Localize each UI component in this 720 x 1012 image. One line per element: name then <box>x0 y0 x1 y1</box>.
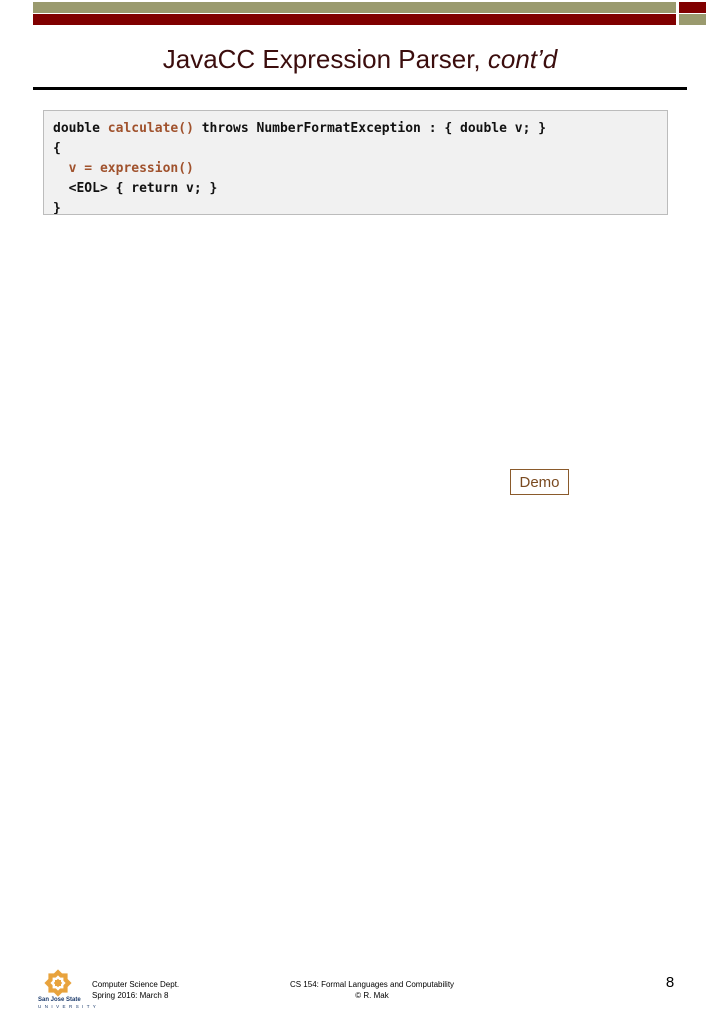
page-title: JavaCC Expression Parser, cont’d <box>33 44 687 75</box>
footer-department-block: Computer Science Dept. Spring 2016: Marc… <box>92 979 179 1001</box>
title-underline-rule <box>33 87 687 90</box>
footer-semester-date: Spring 2016: March 8 <box>92 991 169 1000</box>
code-line-3: v = expression() <box>53 159 667 179</box>
code-line-5: } <box>53 199 667 215</box>
footer-course-block: CS 154: Formal Languages and Computabili… <box>248 979 496 1001</box>
rosette-star-icon <box>44 969 72 997</box>
code-line-2: { <box>53 139 667 159</box>
decorative-top-banner <box>0 0 720 26</box>
banner-olive-cap <box>679 14 706 25</box>
banner-maroon-bar <box>33 14 676 25</box>
page-number: 8 <box>665 974 675 991</box>
code-block: double calculate() throws NumberFormatEx… <box>43 110 668 215</box>
code-token-expression-call: v = expression() <box>68 161 194 176</box>
sjsu-logo-name: San Jose State <box>38 997 81 1003</box>
code-token-calculate-production: calculate() <box>107 121 194 136</box>
code-token-eol-return: <EOL> { return v; } <box>68 181 218 196</box>
code-line-4: <EOL> { return v; } <box>53 179 667 199</box>
footer-copyright: © R. Mak <box>355 991 389 1000</box>
footer-course-name: CS 154: Formal Languages and Computabili… <box>289 980 455 989</box>
slide-footer: San Jose State U N I V E R S I T Y Compu… <box>0 482 720 1009</box>
banner-maroon-cap <box>679 2 706 13</box>
code-line-1: double calculate() throws NumberFormatEx… <box>53 119 667 139</box>
sjsu-logo: San Jose State U N I V E R S I T Y <box>38 968 97 1012</box>
banner-olive-bar <box>33 2 676 13</box>
code-indent-4 <box>53 181 69 196</box>
code-token-open-brace: { <box>53 141 61 156</box>
code-token-throws-clause: throws NumberFormatException : { double … <box>193 121 547 136</box>
code-token-double-keyword: double <box>53 121 108 136</box>
page-title-main: JavaCC Expression Parser, <box>162 44 488 74</box>
footer-department-name: Computer Science Dept. <box>92 980 180 989</box>
page-title-italic: cont’d <box>487 44 558 74</box>
code-token-close-brace: } <box>53 201 61 215</box>
code-indent-3 <box>53 161 69 176</box>
sjsu-logo-subtitle: U N I V E R S I T Y <box>38 1004 97 1009</box>
